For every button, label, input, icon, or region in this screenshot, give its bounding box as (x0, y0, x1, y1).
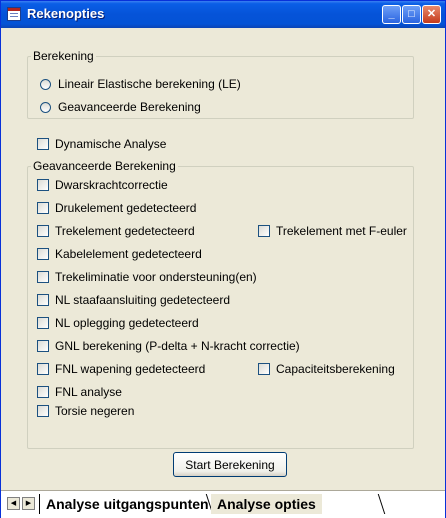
checkbox-icon[interactable] (258, 363, 270, 375)
arrow-right-icon: ▶ (25, 500, 32, 507)
checkbox-torsie-negeren[interactable]: Torsie negeren (37, 404, 134, 418)
checkbox-nl-oplegging[interactable]: NL oplegging gedetecteerd (37, 316, 199, 330)
checkbox-icon[interactable] (37, 405, 49, 417)
checkbox-trekeliminatie[interactable]: Trekeliminatie voor ondersteuning(en) (37, 270, 257, 284)
checkbox-dwarskrachtcorrectie[interactable]: Dwarskrachtcorrectie (37, 178, 168, 192)
checkbox-icon[interactable] (37, 317, 49, 329)
checkbox-label: Torsie negeren (55, 404, 135, 418)
radio-lineair-label: Lineair Elastische berekening (LE) (58, 77, 241, 91)
checkbox-label: NL staafaansluiting gedetecteerd (55, 293, 231, 307)
berekening-legend: Berekening (33, 49, 94, 63)
checkbox-icon[interactable] (258, 225, 270, 237)
geavanceerde-legend: Geavanceerde Berekening (33, 159, 176, 173)
tab-analyse-opties[interactable]: Analyse opties (211, 494, 322, 514)
checkbox-fnl-wapening[interactable]: FNL wapening gedetecteerd (37, 362, 205, 376)
app-icon (7, 7, 21, 21)
window-title: Rekenopties (27, 6, 105, 21)
rekenopties-window: Rekenopties _ □ ✕ Berekening Lineair Ela… (0, 0, 446, 518)
start-berekening-button[interactable]: Start Berekening (173, 452, 287, 477)
checkbox-trekelement-f-euler[interactable]: Trekelement met F-euler (258, 224, 407, 238)
checkbox-label: FNL wapening gedetecteerd (55, 362, 206, 376)
checkbox-icon[interactable] (37, 138, 49, 150)
checkbox-icon[interactable] (37, 202, 49, 214)
radio-geavanceerd-label: Geavanceerde Berekening (58, 100, 201, 114)
maximize-icon: □ (408, 8, 415, 20)
checkbox-capaciteitsberekening[interactable]: Capaciteitsberekening (258, 362, 395, 376)
dynamische-label: Dynamische Analyse (55, 137, 167, 151)
checkbox-icon[interactable] (37, 340, 49, 352)
checkbox-trekelement[interactable]: Trekelement gedetecteerd (37, 224, 195, 238)
checkbox-fnl-analyse[interactable]: FNL analyse (37, 385, 122, 399)
sheet-tab-bar: ◀ ▶ Analyse uitgangspunten Analyse optie… (1, 490, 445, 518)
checkbox-icon[interactable] (37, 294, 49, 306)
checkbox-drukelement[interactable]: Drukelement gedetecteerd (37, 201, 196, 215)
tab-analyse-uitgangspunten[interactable]: Analyse uitgangspunten (39, 494, 215, 514)
checkbox-label: NL oplegging gedetecteerd (55, 316, 199, 330)
checkbox-icon[interactable] (37, 271, 49, 283)
title-bar[interactable]: Rekenopties _ □ ✕ (1, 1, 445, 28)
checkbox-label: FNL analyse (55, 385, 122, 399)
client-area: Berekening Lineair Elastische berekening… (4, 28, 442, 490)
checkbox-label: Trekeliminatie voor ondersteuning(en) (55, 270, 257, 284)
checkbox-label: Capaciteitsberekening (276, 362, 395, 376)
checkbox-label: Drukelement gedetecteerd (55, 201, 197, 215)
checkbox-label: Kabelelement gedetecteerd (55, 247, 202, 261)
checkbox-nl-staafaansluiting[interactable]: NL staafaansluiting gedetecteerd (37, 293, 230, 307)
maximize-button[interactable]: □ (402, 5, 421, 24)
arrow-left-icon: ◀ (10, 500, 17, 507)
checkbox-label: Dwarskrachtcorrectie (55, 178, 168, 192)
tab-divider (377, 494, 386, 514)
checkbox-icon[interactable] (37, 386, 49, 398)
checkbox-gnl-berekening[interactable]: GNL berekening (P-delta + N-kracht corre… (37, 339, 300, 353)
checkbox-label: GNL berekening (P-delta + N-kracht corre… (55, 339, 300, 353)
checkbox-icon[interactable] (37, 363, 49, 375)
close-icon: ✕ (426, 8, 437, 20)
checkbox-dynamische-analyse[interactable]: Dynamische Analyse (37, 137, 166, 151)
tab-scroll-right-button[interactable]: ▶ (22, 497, 35, 510)
checkbox-icon[interactable] (37, 179, 49, 191)
checkbox-icon[interactable] (37, 225, 49, 237)
minimize-button[interactable]: _ (382, 5, 401, 24)
checkbox-icon[interactable] (37, 248, 49, 260)
minimize-icon: _ (388, 8, 395, 20)
radio-geavanceerd[interactable]: Geavanceerde Berekening (40, 100, 201, 114)
checkbox-kabelelement[interactable]: Kabelelement gedetecteerd (37, 247, 202, 261)
radio-lineair-elastisch[interactable]: Lineair Elastische berekening (LE) (40, 77, 241, 91)
close-button[interactable]: ✕ (422, 5, 441, 24)
radio-icon[interactable] (40, 101, 51, 113)
radio-icon[interactable] (40, 78, 51, 90)
tab-scroll-left-button[interactable]: ◀ (7, 497, 20, 510)
checkbox-label: Trekelement gedetecteerd (55, 224, 195, 238)
checkbox-label: Trekelement met F-euler (276, 224, 407, 238)
